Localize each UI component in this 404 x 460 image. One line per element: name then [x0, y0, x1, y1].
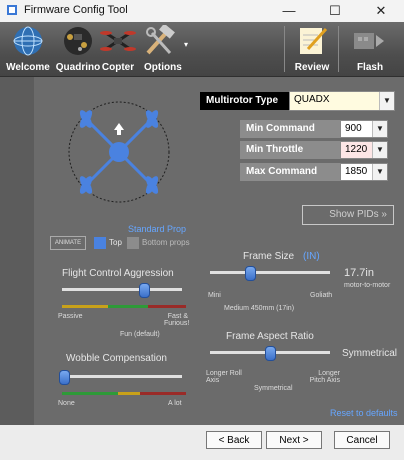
wobble-band-low	[62, 392, 118, 395]
globe-icon	[13, 26, 43, 56]
wobble-slider[interactable]	[58, 369, 186, 385]
aspect-right-label: Longer Pitch Axis	[309, 370, 340, 384]
frame-size-value: 17.7in	[344, 267, 374, 279]
max-command-label: Max Command	[240, 163, 340, 181]
top-props-checkbox[interactable]	[94, 237, 106, 249]
frame-size-slider-track	[210, 271, 330, 274]
max-command-value: 1850	[345, 166, 368, 177]
aggression-title: Flight Control Aggression	[62, 268, 174, 279]
toolbar-item-copter[interactable]: Copter	[100, 22, 136, 76]
cancel-button[interactable]: Cancel	[334, 431, 390, 449]
aspect-title: Frame Aspect Ratio	[226, 331, 314, 342]
frame-size-max-label: Goliath	[310, 292, 333, 299]
aggression-slider-track	[62, 288, 182, 291]
back-button[interactable]: < Back	[206, 431, 262, 449]
bottom-props-checkbox[interactable]	[127, 237, 139, 249]
top-props-label: Top	[109, 238, 122, 247]
toolbar-label-copter: Copter	[101, 62, 135, 73]
chevron-down-icon: ▼	[372, 121, 387, 137]
quadcopter-icon	[100, 31, 136, 51]
aspect-value: Symmetrical	[342, 348, 398, 359]
maximize-button[interactable]: ☐	[312, 0, 358, 22]
aggression-center-label: Fun (default)	[120, 331, 160, 338]
frame-size-min-label: Mini	[208, 292, 221, 299]
tools-icon	[146, 25, 175, 55]
show-pids-button[interactable]: Show PIDs »	[302, 205, 394, 225]
aggression-band-fast	[148, 305, 186, 308]
options-dropdown-arrow[interactable]: ▾	[184, 40, 188, 49]
min-throttle-select[interactable]: 1220 ▼	[340, 141, 388, 159]
toolbar-divider	[338, 26, 339, 72]
max-command-select[interactable]: 1850 ▼	[340, 163, 388, 181]
toolbar-item-flash[interactable]: Flash	[344, 22, 396, 76]
aggression-slider-thumb[interactable]	[138, 283, 150, 298]
toolbar: Welcome Quadrino Copter ▾ Options Review…	[0, 22, 404, 77]
toolbar-label-welcome: Welcome	[6, 62, 50, 73]
wobble-band-mid	[118, 392, 140, 395]
bottom-props-label: Bottom props	[142, 238, 190, 247]
title-bar: Firmware Config Tool — ☐ ✕	[0, 0, 404, 23]
multirotor-type-value: QUADX	[294, 94, 330, 105]
aspect-slider[interactable]	[206, 345, 334, 361]
reset-defaults-link[interactable]: Reset to defaults	[330, 408, 398, 418]
frame-size-slider[interactable]	[206, 265, 334, 281]
frame-size-slider-thumb[interactable]	[244, 266, 256, 281]
frame-size-value-sub: motor-to-motor	[344, 282, 391, 289]
window-title: Firmware Config Tool	[24, 4, 128, 16]
toolbar-label-options: Options	[144, 62, 182, 73]
toolbar-label-flash: Flash	[356, 62, 384, 73]
chevron-down-icon: ▼	[372, 164, 387, 180]
wobble-title: Wobble Compensation	[66, 353, 167, 364]
aggression-right-label: Fast & Furious!	[164, 313, 190, 327]
wobble-band-high	[140, 392, 186, 395]
min-throttle-label: Min Throttle	[240, 141, 340, 159]
close-button[interactable]: ✕	[358, 0, 404, 22]
toolbar-divider	[284, 26, 285, 72]
wobble-right-label: A lot	[168, 400, 182, 407]
frame-size-medium-label: Medium 450mm (17in)	[224, 305, 295, 312]
frame-size-title: Frame Size	[243, 251, 295, 262]
chip-flash-icon	[354, 33, 384, 49]
min-command-label: Min Command	[240, 120, 340, 138]
minimize-button[interactable]: —	[266, 0, 312, 22]
toolbar-item-welcome[interactable]: Welcome	[4, 22, 52, 76]
chevron-down-icon: ▼	[372, 142, 387, 158]
min-command-value: 900	[345, 123, 362, 134]
standard-prop-link[interactable]: Standard Prop	[128, 224, 186, 234]
notepad-pencil-icon	[300, 27, 328, 54]
toolbar-item-quadrino[interactable]: Quadrino	[54, 22, 102, 76]
main-area: Multirotor Type QUADX ▼ Min Command 900 …	[0, 77, 404, 425]
aggression-left-label: Passive	[58, 313, 83, 320]
frame-size-unit-toggle[interactable]: (IN)	[303, 251, 320, 262]
next-button[interactable]: Next >	[266, 431, 322, 449]
wobble-left-label: None	[58, 400, 75, 407]
aspect-center-label: Symmetrical	[254, 385, 293, 392]
toolbar-label-quadrino: Quadrino	[55, 62, 101, 73]
multirotor-type-label: Multirotor Type	[200, 92, 290, 110]
min-throttle-value: 1220	[345, 144, 368, 155]
toolbar-item-review[interactable]: Review	[288, 22, 336, 76]
aggression-band-passive	[62, 305, 108, 308]
wobble-slider-thumb[interactable]	[59, 370, 71, 385]
chevron-down-icon: ▼	[379, 92, 394, 110]
toolbar-label-review: Review	[294, 62, 330, 73]
aspect-left-label: Longer Roll Axis	[206, 370, 242, 384]
wobble-slider-track	[62, 375, 182, 378]
aggression-slider[interactable]	[58, 282, 186, 298]
toolbar-item-options[interactable]: ▾ Options	[138, 22, 194, 76]
config-panel: Multirotor Type QUADX ▼ Min Command 900 …	[34, 77, 404, 425]
app-icon	[7, 5, 17, 15]
quadcopter-diagram	[68, 101, 170, 203]
animate-button[interactable]: ANIMATE	[50, 236, 86, 250]
circuit-board-icon	[64, 27, 92, 55]
aspect-slider-thumb[interactable]	[265, 346, 276, 361]
aggression-band-fun	[108, 305, 148, 308]
footer: < Back Next > Cancel	[0, 425, 404, 460]
multirotor-type-select[interactable]: QUADX ▼	[289, 91, 395, 111]
min-command-select[interactable]: 900 ▼	[340, 120, 388, 138]
